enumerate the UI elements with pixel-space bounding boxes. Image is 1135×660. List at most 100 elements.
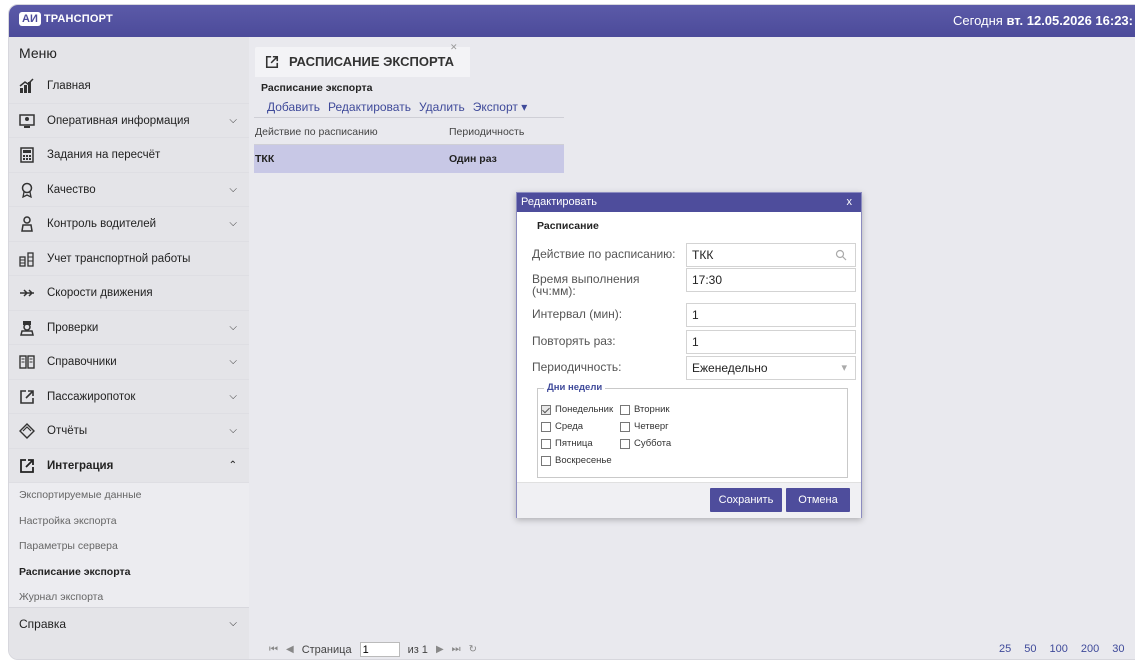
field-row-time: Время выполнения (чч:мм): 17:30 (532, 268, 856, 297)
first-page-icon[interactable]: ⏮ (269, 644, 278, 655)
sidebar-item-transport-work[interactable]: Учет транспортной работы (9, 242, 249, 276)
checkbox-thursday[interactable]: Четверг (620, 421, 669, 432)
chevron-down-icon[interactable]: ⌵ (229, 380, 237, 415)
delete-button[interactable]: Удалить (419, 100, 465, 114)
sidebar-item-references[interactable]: Справочники ⌵ (9, 345, 249, 380)
checkbox-label: Среда (555, 421, 584, 432)
chevron-down-icon[interactable]: ⌵ (229, 608, 237, 640)
checkbox-label: Вторник (634, 404, 670, 415)
prev-page-icon[interactable]: ◀ (286, 644, 294, 655)
checkbox-tuesday[interactable]: Вторник (620, 404, 670, 415)
submenu-server-params[interactable]: Параметры сервера (9, 534, 249, 560)
page-size-option[interactable]: 30 (1112, 643, 1124, 655)
app-logo[interactable]: АИ ТРАНСПОРТ (19, 12, 113, 26)
chevron-down-icon[interactable]: ⌵ (229, 207, 237, 242)
sidebar-item-label: Учет транспортной работы (47, 252, 191, 265)
search-icon[interactable] (835, 249, 847, 261)
external-link-icon (20, 389, 34, 404)
sidebar-item-help[interactable]: Справка ⌵ (9, 607, 249, 639)
logo-text: ТРАНСПОРТ (43, 13, 113, 25)
top-header: АИ ТРАНСПОРТ Сегодня вт. 12.05.2026 16:2… (9, 5, 1135, 37)
sidebar-item-speeds[interactable]: Скорости движения (9, 276, 249, 311)
chevron-down-icon[interactable]: ⌵ (229, 173, 237, 208)
chevron-down-icon[interactable]: ⌵ (229, 414, 237, 449)
page-size-option[interactable]: 200 (1081, 643, 1099, 655)
page-title: Расписание экспорта (261, 82, 373, 94)
submenu-exported-data[interactable]: Экспортируемые данные (9, 483, 249, 509)
sidebar-item-passenger-flow[interactable]: Пассажиропоток ⌵ (9, 380, 249, 415)
column-header-action[interactable]: Действие по расписанию (254, 118, 449, 144)
close-icon[interactable]: x (847, 193, 853, 212)
checkbox-sunday[interactable]: Воскресенье (541, 455, 612, 466)
page-size-option[interactable]: 50 (1024, 643, 1036, 655)
sidebar-item-operational[interactable]: Оперативная информация ⌵ (9, 104, 249, 139)
sidebar-item-drivers[interactable]: Контроль водителей ⌵ (9, 207, 249, 242)
sidebar-item-recalc[interactable]: Задания на пересчёт (9, 138, 249, 173)
action-field[interactable]: ТКК (686, 243, 856, 267)
field-row-periodicity: Периодичность: Еженедельно ▾ (532, 356, 856, 380)
checkbox-monday[interactable]: Понедельник (541, 404, 613, 415)
chevron-up-icon[interactable]: ⌃ (229, 449, 237, 484)
menu-title: Меню (19, 45, 57, 61)
chevron-down-icon[interactable]: ⌵ (229, 104, 237, 139)
tab-close-icon[interactable]: ✕ (450, 42, 458, 53)
table-row[interactable]: ТКК Один раз (254, 145, 564, 173)
checkbox-saturday[interactable]: Суббота (620, 438, 671, 449)
sidebar-item-integration[interactable]: Интеграция ⌃ (9, 449, 249, 484)
checkbox-wednesday[interactable]: Среда (541, 421, 583, 432)
export-dropdown-button[interactable]: Экспорт ▾ (473, 100, 527, 114)
sidebar-item-inspections[interactable]: Проверки ⌵ (9, 311, 249, 346)
sidebar-item-main[interactable]: Главная (9, 69, 249, 104)
page-size-option[interactable]: 25 (999, 643, 1011, 655)
refresh-icon[interactable]: ↻ (469, 644, 477, 655)
chevron-down-icon[interactable]: ▾ (841, 357, 847, 379)
checkbox-icon[interactable] (541, 421, 551, 432)
today-value: вт. 12.05.2026 16:23: (1006, 13, 1133, 28)
bar-chart-icon (19, 78, 34, 93)
dialog-footer: Сохранить Отмена (517, 482, 861, 518)
checkbox-icon[interactable] (620, 404, 630, 415)
interval-field[interactable]: 1 (686, 303, 856, 327)
logo-badge: АИ (19, 12, 41, 26)
arrows-right-icon (20, 289, 34, 297)
chevron-down-icon[interactable]: ⌵ (229, 345, 237, 380)
external-link-icon (265, 55, 279, 69)
chevron-down-icon[interactable]: ⌵ (229, 311, 237, 346)
sidebar-item-label: Главная (47, 80, 91, 92)
sidebar-item-reports[interactable]: Отчёты ⌵ (9, 414, 249, 449)
page-number-input[interactable] (359, 642, 400, 657)
page-size-option[interactable]: 100 (1050, 643, 1068, 655)
add-button[interactable]: Добавить (267, 100, 320, 114)
action-label: Действие по расписанию: (532, 247, 676, 261)
periodicity-select[interactable]: Еженедельно ▾ (686, 356, 856, 380)
checkbox-icon[interactable] (541, 455, 551, 466)
sidebar-item-quality[interactable]: Качество ⌵ (9, 173, 249, 208)
tab-export-schedule[interactable]: РАСПИСАНИЕ ЭКСПОРТА (255, 47, 471, 77)
field-row-repeat: Повторять раз: 1 (532, 330, 856, 354)
time-field[interactable]: 17:30 (686, 268, 856, 292)
next-page-icon[interactable]: ▶ (436, 644, 444, 655)
checkbox-icon[interactable] (620, 438, 630, 449)
integration-submenu: Экспортируемые данные Настройка экспорта… (9, 483, 249, 611)
submenu-export-settings[interactable]: Настройка экспорта (9, 509, 249, 535)
sidebar-item-label: Контроль водителей (47, 218, 157, 230)
checkbox-checked-icon[interactable] (541, 404, 551, 415)
sidebar-item-label: Интеграция (47, 459, 114, 472)
edit-schedule-dialog: Редактировать x Расписание Действие по р… (516, 192, 862, 518)
checkbox-friday[interactable]: Пятница (541, 438, 593, 449)
submenu-export-schedule[interactable]: Расписание экспорта (9, 560, 249, 586)
repeat-field[interactable]: 1 (686, 330, 856, 354)
periodicity-label: Периодичность: (532, 360, 622, 374)
interval-label: Интервал (мин): (532, 307, 623, 321)
edit-button[interactable]: Редактировать (328, 100, 411, 114)
grid-toolbar: Добавить Редактировать Удалить Экспорт ▾ (267, 100, 527, 114)
sidebar-item-label: Оперативная информация (47, 114, 190, 127)
last-page-icon[interactable]: ⏭ (452, 644, 461, 655)
checkbox-icon[interactable] (541, 438, 551, 449)
cancel-button[interactable]: Отмена (786, 488, 850, 512)
schedule-grid: Действие по расписанию Периодичность ТКК… (254, 117, 564, 173)
column-header-periodicity[interactable]: Периодичность (449, 118, 564, 144)
save-button[interactable]: Сохранить (710, 488, 782, 512)
checkbox-icon[interactable] (620, 421, 630, 432)
dialog-section-title: Расписание (537, 220, 599, 232)
